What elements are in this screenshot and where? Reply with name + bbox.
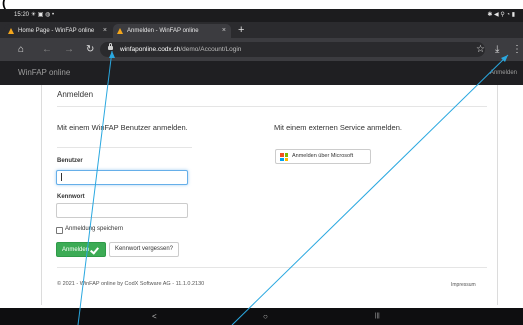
external-login-heading: Mit einem externen Service anmelden. <box>274 123 402 132</box>
browser-toolbar: ⌂ ← → ↻ winfaponline.codx.ch/demo/Accoun… <box>0 38 523 61</box>
lock-icon <box>108 43 113 50</box>
password-input[interactable] <box>56 203 188 218</box>
status-time: 15:20 <box>14 12 30 18</box>
menu-icon[interactable]: ⋮ <box>512 38 522 61</box>
home-icon[interactable]: ⌂ <box>18 38 24 61</box>
back-icon[interactable]: ← <box>42 38 52 61</box>
nav-recents-icon[interactable]: ||| <box>375 308 380 325</box>
nav-back-icon[interactable]: < <box>152 308 157 325</box>
navbar-signin-link[interactable]: Anmelden <box>490 61 517 85</box>
forgot-password-button[interactable]: Kennwort vergessen? <box>109 242 179 257</box>
site-navbar: WinFAP online Anmelden <box>0 61 523 85</box>
footer-copyright: © 2021 - WinFAP online by CodX Software … <box>57 281 205 287</box>
microsoft-login-button[interactable]: Anmelden über Microsoft <box>275 149 371 164</box>
local-login-heading: Mit einem WinFAP Benutzer anmelden. <box>57 123 188 132</box>
microsoft-logo-icon <box>280 153 288 161</box>
username-input[interactable] <box>56 170 188 185</box>
content-panel <box>42 85 497 305</box>
page-body: Anmelden Mit einem WinFAP Benutzer anmel… <box>0 85 523 308</box>
remember-me-checkbox[interactable] <box>56 227 63 234</box>
divider <box>57 147 192 148</box>
remember-me-label[interactable]: Anmeldung speichern <box>65 226 123 232</box>
impressum-link[interactable]: Impressum <box>451 282 476 288</box>
status-left: 15:20 ☀ ▣ ◍ • <box>14 9 54 22</box>
microsoft-login-label: Anmelden über Microsoft <box>292 153 354 159</box>
checkmark-icon <box>90 245 99 255</box>
tab-strip: Home Page - WinFAP online × Anmelden - W… <box>0 22 523 38</box>
status-bar: 15:20 ☀ ▣ ◍ • ✱ ◀ ⚲ ◔ ▮ <box>0 9 523 22</box>
login-button-label: Anmelden <box>62 247 90 253</box>
download-icon[interactable]: ⤓ <box>495 38 499 61</box>
divider <box>57 267 487 268</box>
tab-title: Anmelden - WinFAP online <box>127 28 199 34</box>
caption-strip: ( <box>0 0 523 9</box>
url-domain: winfaponline.codx.ch <box>120 46 181 53</box>
reload-icon[interactable]: ↻ <box>86 38 94 61</box>
winfap-favicon-icon <box>8 28 14 34</box>
url-path: /demo/Account/Login <box>180 46 242 53</box>
android-nav-bar: < ○ ||| <box>0 308 523 325</box>
winfap-favicon-icon <box>117 28 123 34</box>
text-cursor <box>61 173 62 181</box>
address-bar[interactable]: winfaponline.codx.ch/demo/Account/Login <box>100 42 485 57</box>
new-tab-button[interactable]: + <box>238 23 244 37</box>
url-text: winfaponline.codx.ch/demo/Account/Login <box>120 42 241 57</box>
close-tab-icon[interactable]: × <box>222 24 226 38</box>
tab-home-page[interactable]: Home Page - WinFAP online × <box>4 24 112 38</box>
page-title: Anmelden <box>57 90 94 99</box>
tab-title: Home Page - WinFAP online <box>18 28 95 34</box>
divider <box>57 106 487 107</box>
close-tab-icon[interactable]: × <box>103 24 107 38</box>
username-label: Benutzer <box>57 158 83 164</box>
brand-link[interactable]: WinFAP online <box>18 61 70 85</box>
password-label: Kennwort <box>57 194 85 200</box>
forward-icon[interactable]: → <box>64 38 74 61</box>
status-system-icons: ✱ ◀ ⚲ ◔ ▮ <box>487 12 515 18</box>
login-button[interactable]: Anmelden <box>56 242 106 257</box>
status-notification-icons: ☀ ▣ ◍ • <box>30 12 55 18</box>
nav-home-icon[interactable]: ○ <box>263 308 268 325</box>
bookmark-star-icon[interactable]: ☆ <box>476 38 485 61</box>
tab-anmelden[interactable]: Anmelden - WinFAP online × <box>113 24 231 38</box>
caption-fragment: ( <box>2 0 7 9</box>
